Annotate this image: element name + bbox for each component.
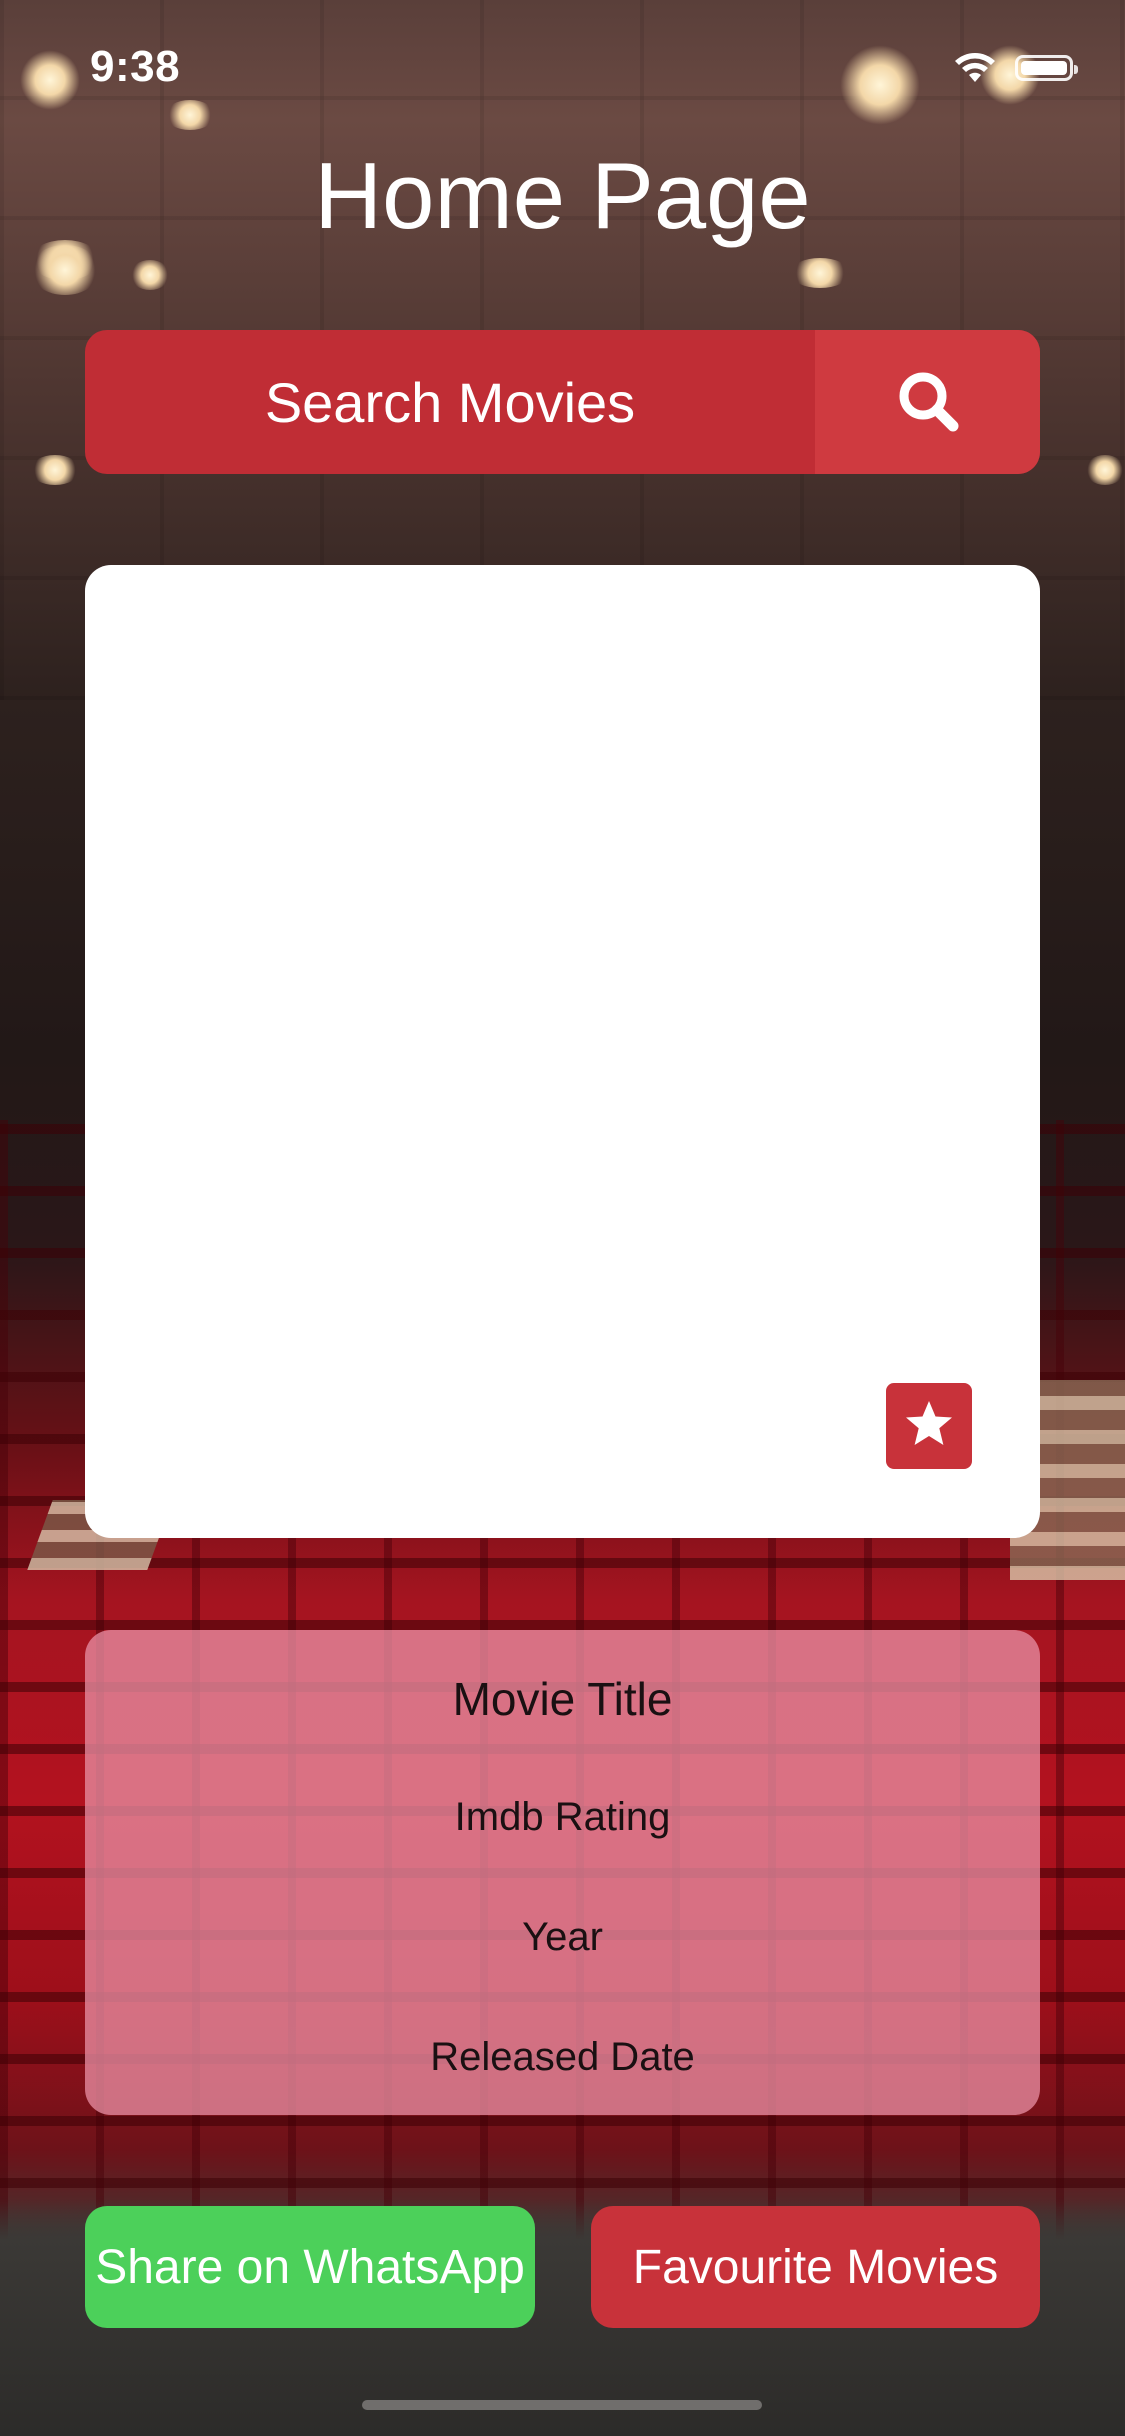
movie-title-label: Movie Title (452, 1673, 673, 1725)
status-time: 9:38 (90, 42, 181, 91)
add-favourite-button[interactable] (886, 1383, 972, 1469)
wifi-icon (953, 52, 997, 84)
share-whatsapp-button[interactable]: Share on WhatsApp (85, 2206, 535, 2328)
home-indicator (362, 2400, 762, 2410)
app-screen: 9:38 Home Page Search Movies Movie Title… (0, 0, 1125, 2436)
search-input[interactable] (85, 330, 815, 474)
page-title: Home Page (314, 143, 811, 248)
year-label: Year (522, 1915, 603, 1959)
released-date-label: Released Date (430, 2035, 695, 2079)
battery-icon (1015, 55, 1078, 81)
search-button[interactable] (815, 330, 1040, 474)
status-bar: 9:38 (0, 0, 1125, 130)
status-icons (953, 52, 1078, 84)
search-icon (893, 366, 963, 439)
search-bar (85, 330, 1040, 474)
star-icon (902, 1397, 956, 1456)
favourite-movies-button[interactable]: Favourite Movies (591, 2206, 1040, 2328)
movie-details-panel: Movie Title Imdb Rating Year Released Da… (85, 1630, 1040, 2115)
imdb-rating-label: Imdb Rating (454, 1795, 671, 1839)
movie-poster-card (85, 565, 1040, 1538)
